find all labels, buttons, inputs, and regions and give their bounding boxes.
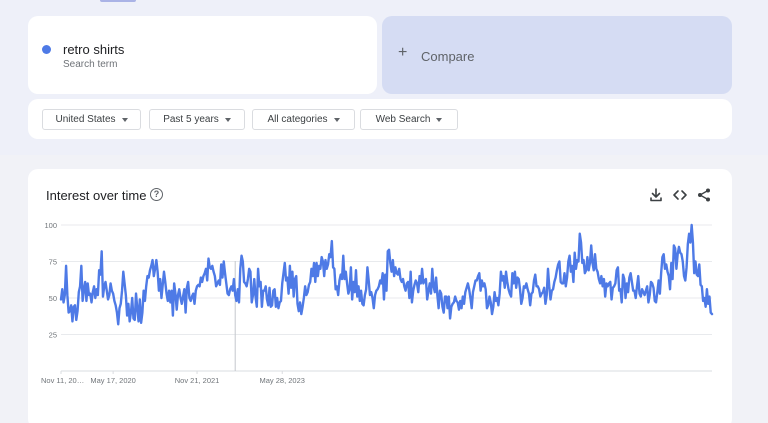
filter-category[interactable]: All categories [252, 109, 355, 130]
chart-series-line [59, 223, 714, 326]
filter-bar: United States Past 5 years All categorie… [28, 99, 732, 139]
chevron-down-icon [224, 117, 231, 122]
filter-time-range[interactable]: Past 5 years [149, 109, 245, 130]
interest-line-chart: 25 50 75 100 Nov 11, 20… May 17, 2020 Nov 21, … [41, 221, 714, 385]
chevron-down-icon [436, 117, 443, 122]
series-color-dot [42, 45, 51, 54]
y-tick-label: 25 [49, 331, 57, 340]
x-tick-label: May 17, 2020 [90, 376, 135, 385]
search-term-subtitle: Search term [63, 59, 118, 70]
x-tick-label: Nov 11, 20… [41, 376, 84, 385]
y-tick-label: 50 [49, 294, 57, 303]
x-tick-label: May 28, 2023 [260, 376, 305, 385]
plus-icon: + [398, 44, 408, 61]
filter-time-range-label: Past 5 years [163, 114, 219, 125]
interest-over-time-card: Interest over time ? 25 50 75 100 Nov 11, 20… [28, 169, 732, 423]
y-tick-label: 75 [49, 258, 57, 267]
y-tick-label: 100 [44, 221, 57, 230]
filter-region[interactable]: United States [42, 109, 141, 130]
x-tick-label: Nov 21, 2021 [175, 376, 220, 385]
chevron-down-icon [333, 117, 340, 122]
search-term-name[interactable]: retro shirts [63, 42, 124, 57]
chevron-down-icon [121, 117, 128, 122]
filter-region-label: United States [55, 114, 116, 125]
filter-search-type-label: Web Search [375, 114, 431, 125]
search-term-card[interactable]: retro shirts Search term [28, 16, 377, 94]
top-tab-indicator [100, 0, 136, 2]
filter-category-label: All categories [267, 114, 328, 125]
compare-button[interactable]: + Compare [382, 16, 732, 94]
filter-search-type[interactable]: Web Search [360, 109, 458, 130]
compare-label: Compare [421, 49, 475, 64]
